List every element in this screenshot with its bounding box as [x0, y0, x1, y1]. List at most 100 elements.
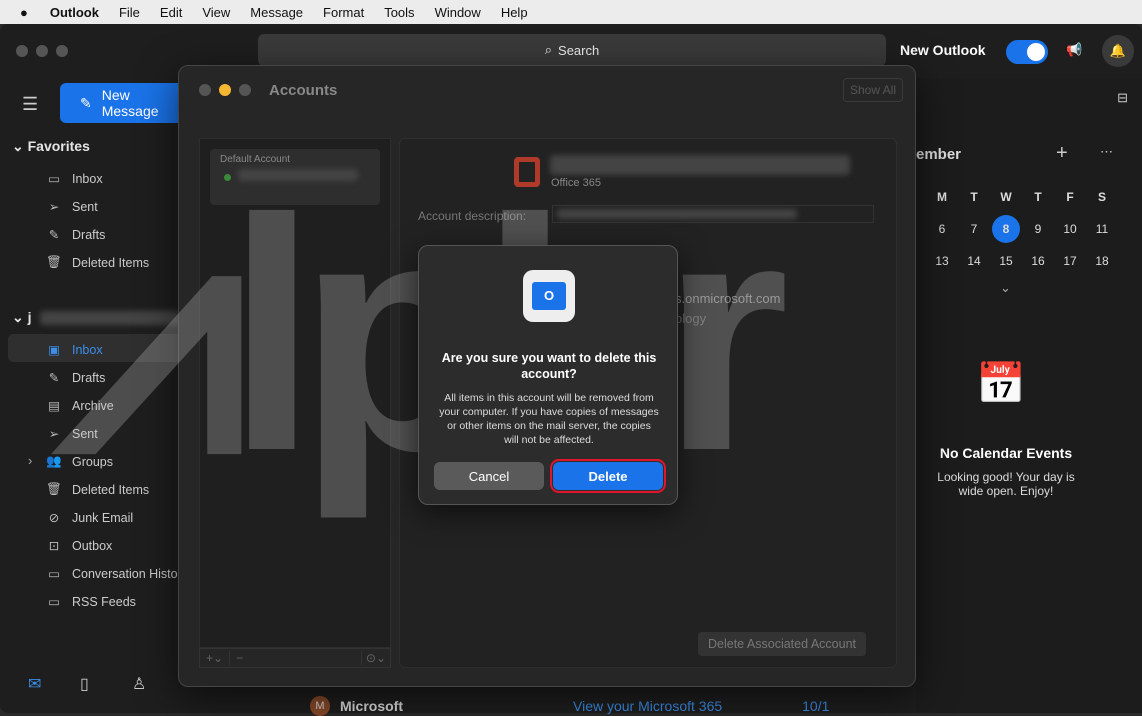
server-text: ology: [675, 311, 707, 326]
calendar-day[interactable]: 15: [990, 247, 1022, 275]
folder-conversation-history[interactable]: ▭ Conversation Histo: [46, 566, 178, 582]
folder-rss[interactable]: ▭ RSS Feeds: [46, 594, 136, 610]
show-all-button[interactable]: Show All: [842, 78, 903, 102]
menu-window[interactable]: Window: [435, 5, 481, 20]
menu-edit[interactable]: Edit: [160, 5, 182, 20]
menu-message[interactable]: Message: [250, 5, 303, 20]
cancel-button[interactable]: Cancel: [434, 462, 544, 490]
junk-icon: ⊘: [48, 511, 60, 525]
add-account-button[interactable]: +⌄: [200, 651, 229, 665]
description-input[interactable]: [552, 205, 874, 223]
default-account-label: Default Account: [220, 154, 291, 165]
folder-archive[interactable]: ▤ Archive: [46, 398, 114, 414]
search-bar[interactable]: ⌕ Search: [258, 34, 886, 66]
date: 10/1: [802, 698, 830, 714]
folder-outbox[interactable]: ⊡ Outbox: [46, 538, 113, 554]
calendar-day[interactable]: 16: [1022, 247, 1054, 275]
office-logo-icon: [514, 157, 540, 187]
trash-icon: 🗑: [46, 482, 62, 496]
menu-view[interactable]: View: [202, 5, 230, 20]
apple-icon[interactable]: ●: [20, 5, 28, 20]
add-icon[interactable]: +: [1056, 142, 1068, 165]
send-icon: ➢: [48, 200, 60, 214]
calendar-nav-icon[interactable]: ▯: [80, 674, 89, 694]
minimize-button[interactable]: [219, 84, 231, 96]
fav-inbox[interactable]: ▭ Inbox: [46, 171, 103, 187]
delete-associated-button[interactable]: Delete Associated Account: [698, 632, 867, 656]
minimize-button[interactable]: [36, 45, 48, 57]
label: Inbox: [72, 171, 103, 186]
message-row[interactable]: M Microsoft View your Microsoft 365 10/1: [310, 696, 829, 716]
close-button[interactable]: [199, 84, 211, 96]
chevron-right-icon[interactable]: ›: [28, 453, 32, 468]
new-outlook-toggle[interactable]: [1006, 40, 1048, 64]
account-item[interactable]: Default Account: [210, 149, 380, 205]
subject: View your Microsoft 365: [573, 698, 723, 714]
fav-sent[interactable]: ➢ Sent: [46, 199, 98, 215]
zoom-button[interactable]: [56, 45, 68, 57]
calendar-panel: ⊟ ember + ⋯ M T W T F S 6 7 8 9 10 11 13 14 15 16 17 18 ⌄…: [916, 78, 1142, 713]
send-icon: ➢: [48, 427, 60, 441]
zoom-button[interactable]: [239, 84, 251, 96]
more-icon[interactable]: ⋯: [1100, 144, 1113, 160]
calendar-day-today[interactable]: 8: [992, 215, 1020, 243]
pencil-icon: ✎: [48, 228, 60, 242]
bell-icon[interactable]: 🔔: [1102, 35, 1134, 67]
no-events-title: No Calendar Events: [939, 445, 1073, 461]
options-button[interactable]: ⊙⌄: [360, 651, 390, 665]
menu-file[interactable]: File: [119, 5, 140, 20]
inbox-icon: ▣: [48, 343, 60, 357]
collapse-pane-icon[interactable]: ⊟: [1117, 90, 1128, 106]
remove-account-button[interactable]: −: [229, 651, 249, 665]
groups-icon: 👥: [46, 454, 62, 468]
calendar-day[interactable]: 11: [1086, 215, 1118, 243]
label: RSS Feeds: [72, 594, 136, 609]
calendar-day[interactable]: 7: [958, 215, 990, 243]
delete-button[interactable]: Delete: [550, 459, 666, 493]
mail-nav-icon[interactable]: ✉: [28, 674, 41, 694]
folder-deleted[interactable]: 🗑 Deleted Items: [46, 482, 149, 497]
calendar-day[interactable]: 17: [1054, 247, 1086, 275]
new-message-button[interactable]: ✎ New Message: [60, 83, 190, 123]
close-button[interactable]: [16, 45, 28, 57]
search-label: Search: [558, 42, 600, 58]
menu-help[interactable]: Help: [501, 5, 528, 20]
calendar-day[interactable]: 6: [926, 215, 958, 243]
chevron-down-icon[interactable]: ⌄: [1000, 280, 1011, 296]
calendar-day[interactable]: 13: [926, 247, 958, 275]
favorites-header[interactable]: ⌄ Favorites: [12, 138, 90, 155]
dialog-title: Accounts: [269, 82, 338, 99]
new-outlook-label: New Outlook: [900, 42, 986, 58]
menu-app[interactable]: Outlook: [50, 5, 99, 20]
window-controls: [16, 45, 68, 57]
menu-format[interactable]: Format: [323, 5, 364, 20]
folder-groups[interactable]: 👥 Groups: [46, 454, 113, 469]
calendar-day[interactable]: 9: [1022, 215, 1054, 243]
folder-junk[interactable]: ⊘ Junk Email: [46, 510, 133, 526]
email-text: s.onmicrosoft.com: [675, 291, 781, 306]
folder-drafts[interactable]: ✎ Drafts: [46, 370, 106, 386]
weekday-label: F: [1066, 190, 1074, 204]
calendar-day[interactable]: 18: [1086, 247, 1118, 275]
label: Deleted Items: [72, 255, 150, 270]
account-header[interactable]: ⌄ j: [12, 309, 32, 326]
megaphone-icon[interactable]: 📢: [1066, 42, 1082, 58]
fav-deleted[interactable]: 🗑 Deleted Items: [46, 255, 149, 270]
folder-sent[interactable]: ➢ Sent: [46, 426, 98, 442]
calendar-day[interactable]: 14: [958, 247, 990, 275]
menu-tools[interactable]: Tools: [384, 5, 414, 20]
folder-icon: ▭: [48, 567, 60, 581]
hamburger-icon[interactable]: ☰: [22, 94, 38, 115]
avatar: M: [310, 696, 330, 716]
people-nav-icon[interactable]: ♙: [132, 674, 146, 694]
folder-inbox[interactable]: ▣ Inbox: [46, 342, 103, 358]
fav-drafts[interactable]: ✎ Drafts: [46, 227, 106, 243]
calendar-day[interactable]: 10: [1054, 215, 1086, 243]
label: Outbox: [72, 538, 113, 553]
compose-icon: ✎: [80, 94, 92, 111]
weekday-label: T: [970, 190, 978, 204]
description-label: Account description:: [418, 209, 527, 223]
month-label: ember: [916, 146, 962, 163]
calendar-illustration-icon: 📅: [976, 362, 1026, 406]
delete-confirmation-alert: O Are you sure you want to delete this a…: [418, 245, 678, 505]
